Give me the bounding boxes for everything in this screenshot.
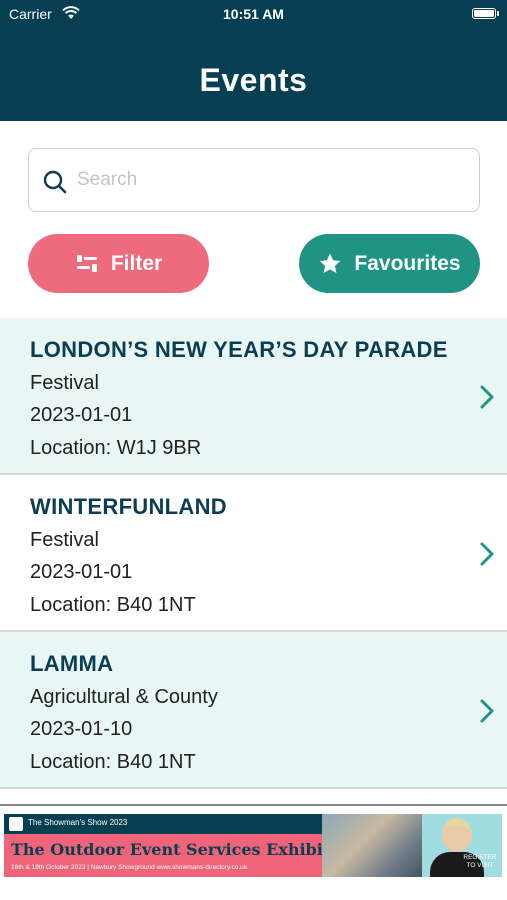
- event-date: 2023-01-10: [30, 718, 133, 740]
- event-category: Festival: [30, 372, 99, 394]
- event-row[interactable]: LONDON’S NEW YEAR’S DAY PARADE Festival …: [0, 318, 507, 475]
- event-name: LAMMA: [30, 651, 114, 676]
- filter-button[interactable]: Filter: [28, 234, 209, 293]
- star-icon: [319, 253, 341, 273]
- ad-register-cta[interactable]: REGISTER TO VISIT: [460, 854, 500, 870]
- search-input[interactable]: [77, 149, 472, 211]
- chevron-right-icon: [480, 699, 494, 723]
- ad-presenter-head: [442, 818, 472, 852]
- battery-icon: [472, 8, 496, 19]
- event-name: WINTERFUNLAND: [30, 494, 227, 519]
- page-title: Events: [199, 62, 308, 98]
- event-date: 2023-01-01: [30, 561, 133, 583]
- app-header: Carrier 10:51 AM Events: [0, 0, 507, 121]
- event-row[interactable]: LAMMA Agricultural & County 2023-01-10 L…: [0, 632, 507, 789]
- chevron-right-icon: [480, 542, 494, 566]
- event-row[interactable]: WINTERFUNLAND Festival 2023-01-01 Locati…: [0, 475, 507, 632]
- search-icon: [43, 170, 67, 194]
- ad-headline: The Outdoor Event Services Exhibition: [11, 840, 359, 859]
- ad-brand-strip: The Showman's Show 2023: [4, 814, 324, 834]
- ad-brand: The Showman's Show 2023: [28, 818, 128, 827]
- favourites-label: Favourites: [354, 251, 461, 275]
- chevron-right-icon: [480, 385, 494, 409]
- event-name: LONDON’S NEW YEAR’S DAY PARADE: [30, 337, 448, 362]
- ad-divider: [0, 804, 507, 806]
- ad-details: 18th & 19th October 2023 | Newbury Showg…: [11, 864, 248, 871]
- event-date: 2023-01-01: [30, 404, 133, 426]
- battery-tip: [497, 11, 499, 16]
- ad-photo: [322, 814, 432, 877]
- event-category: Agricultural & County: [30, 686, 218, 708]
- status-bar: Carrier 10:51 AM: [0, 0, 507, 30]
- event-list: LONDON’S NEW YEAR’S DAY PARADE Festival …: [0, 318, 507, 789]
- event-location: Location: B40 1NT: [30, 751, 196, 773]
- filter-label: Filter: [110, 251, 163, 275]
- favourites-button[interactable]: Favourites: [299, 234, 480, 293]
- event-category: Festival: [30, 529, 99, 551]
- advert-banner[interactable]: The Showman's Show 2023 The Outdoor Even…: [4, 814, 502, 877]
- filter-icon: [76, 254, 97, 272]
- status-time: 10:51 AM: [223, 6, 284, 22]
- event-location: Location: B40 1NT: [30, 594, 196, 616]
- ad-logo-icon: [9, 817, 23, 831]
- search-bar[interactable]: [28, 148, 480, 212]
- event-location: Location: W1J 9BR: [30, 437, 202, 459]
